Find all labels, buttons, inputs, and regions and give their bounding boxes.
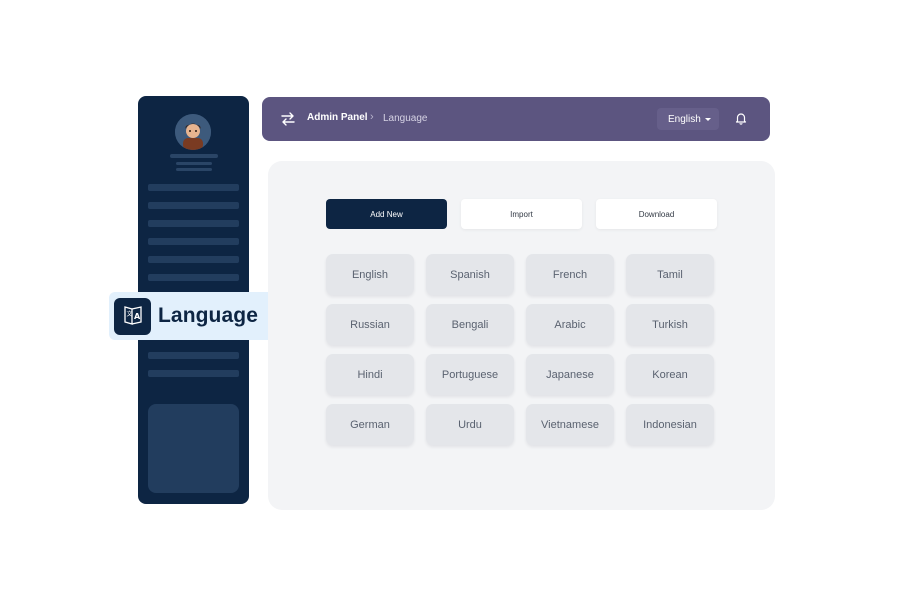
sidebar-item-8[interactable] — [148, 352, 239, 359]
svg-text:文: 文 — [126, 310, 132, 318]
language-tile[interactable]: French — [526, 254, 614, 295]
language-tile[interactable]: Portuguese — [426, 354, 514, 395]
language-tile[interactable]: Korean — [626, 354, 714, 395]
add-new-button[interactable]: Add New — [326, 199, 447, 229]
swap-arrows-icon[interactable] — [280, 111, 296, 127]
sidebar-item-2[interactable] — [148, 202, 239, 209]
import-button[interactable]: Import — [461, 199, 582, 229]
language-panel: Add New Import Download English Spanish … — [268, 161, 775, 510]
sidebar-card — [148, 404, 239, 493]
language-tile[interactable]: Bengali — [426, 304, 514, 345]
language-tile[interactable]: Urdu — [426, 404, 514, 445]
language-tile[interactable]: Tamil — [626, 254, 714, 295]
sidebar-item-language[interactable]: 文 A Language — [109, 292, 275, 340]
language-tile[interactable]: German — [326, 404, 414, 445]
svg-text:A: A — [134, 312, 141, 321]
download-button[interactable]: Download — [596, 199, 717, 229]
language-tile[interactable]: Turkish — [626, 304, 714, 345]
chevron-down-icon — [704, 117, 711, 121]
translate-icon: 文 A — [114, 297, 151, 335]
language-tile[interactable]: English — [326, 254, 414, 295]
user-meta-placeholder — [176, 168, 212, 171]
breadcrumb-separator: › — [370, 111, 374, 123]
language-tile[interactable]: Vietnamese — [526, 404, 614, 445]
language-tile[interactable]: Japanese — [526, 354, 614, 395]
language-tile[interactable]: Hindi — [326, 354, 414, 395]
header-bar: Admin Panel › Language English — [262, 97, 770, 141]
language-tile[interactable]: Arabic — [526, 304, 614, 345]
breadcrumb-current: Language — [383, 113, 428, 124]
breadcrumb-admin-panel[interactable]: Admin Panel — [307, 112, 368, 123]
sidebar-item-6[interactable] — [148, 274, 239, 281]
sidebar-item-language-label: Language — [158, 304, 258, 327]
admin-app: 文 A Language Admin Panel › Language Engl… — [0, 0, 900, 600]
language-tile[interactable]: Indonesian — [626, 404, 714, 445]
user-role-placeholder — [176, 162, 212, 165]
sidebar-item-1[interactable] — [148, 184, 239, 191]
language-grid: English Spanish French Tamil Russian Ben… — [326, 254, 716, 445]
user-avatar-icon — [175, 114, 211, 150]
sidebar-item-5[interactable] — [148, 256, 239, 263]
language-tile[interactable]: Russian — [326, 304, 414, 345]
language-dropdown-value: English — [668, 113, 701, 125]
bell-icon[interactable] — [734, 111, 748, 125]
avatar[interactable] — [175, 114, 211, 150]
language-tile[interactable]: Spanish — [426, 254, 514, 295]
sidebar-item-4[interactable] — [148, 238, 239, 245]
sidebar-item-9[interactable] — [148, 370, 239, 377]
user-name-placeholder — [170, 154, 218, 158]
sidebar-item-3[interactable] — [148, 220, 239, 227]
language-dropdown[interactable]: English — [657, 108, 719, 130]
